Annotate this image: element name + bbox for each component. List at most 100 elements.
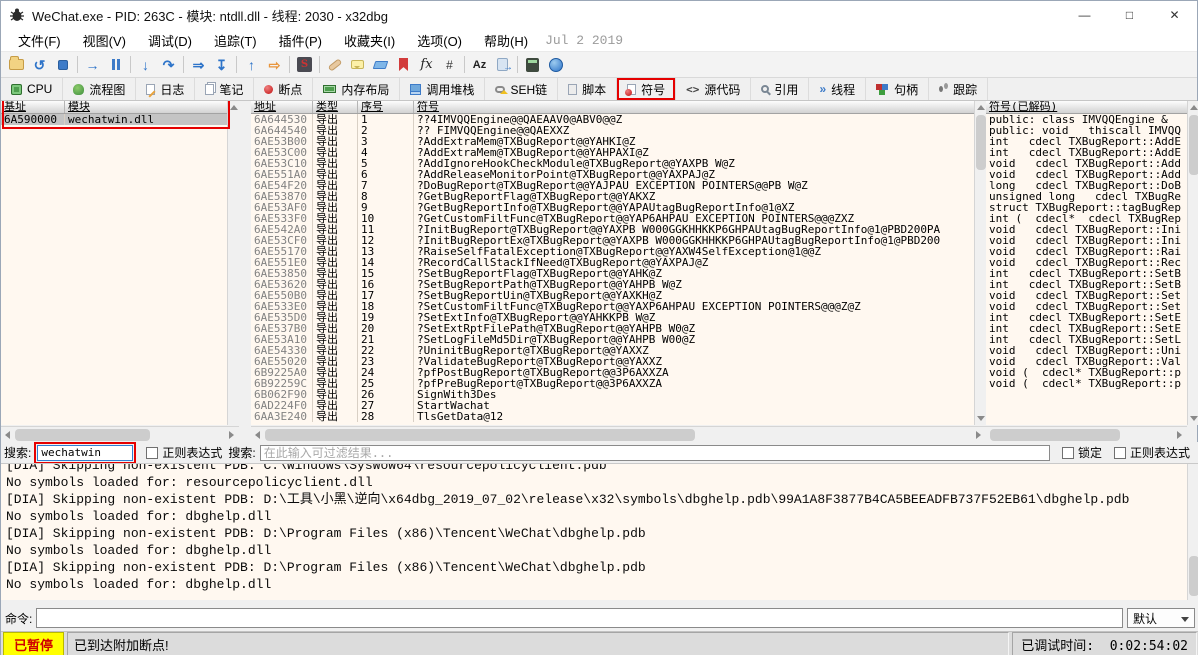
symbol-ordinal[interactable]: 3 [358, 136, 414, 147]
decoded-symbol-text[interactable]: void __cdecl TXBugReport::Rec [986, 257, 1198, 268]
symbol-type[interactable]: 导出 [313, 378, 358, 389]
title-bar[interactable]: WeChat.exe - PID: 263C - 模块: ntdll.dll -… [1, 1, 1197, 29]
symbol-row[interactable]: 6AE53CF0 导出 12 ?InitBugReportEx@TXBugRep… [251, 235, 986, 246]
symbol-address[interactable]: 6AE542A0 [251, 224, 313, 235]
run-button[interactable]: → [81, 54, 104, 76]
symbol-type[interactable]: 导出 [313, 367, 358, 378]
symbol-ordinal[interactable]: 13 [358, 246, 414, 257]
calculator-button[interactable] [521, 54, 544, 76]
decoded-symbol-text[interactable]: int __cdecl TXBugReport::AddE [986, 147, 1198, 158]
symbol-ordinal[interactable]: 15 [358, 268, 414, 279]
symbol-row[interactable]: 6B92259C 导出 25 ?pfPreBugReport@TXBugRepo… [251, 378, 986, 389]
decoded-symbol-row[interactable]: int __cdecl TXBugReport::SetE [986, 323, 1198, 334]
run-to-user-code-button[interactable]: ⇨ [263, 54, 286, 76]
scrollbar-thumb[interactable] [1189, 556, 1198, 596]
symbol-decorated-name[interactable]: ?AddExtraMem@TXBugReport@@YAHPAXI@Z [414, 147, 986, 158]
module-search-input[interactable] [37, 445, 133, 461]
tab-memory-map[interactable]: 内存布局 [313, 78, 400, 100]
symbol-ordinal[interactable]: 1 [358, 114, 414, 125]
comments-button[interactable] [346, 54, 369, 76]
symbol-type[interactable]: 导出 [313, 389, 358, 400]
switch-window-button[interactable] [491, 54, 514, 76]
symbol-decorated-name[interactable]: ?DoBugReport@TXBugReport@@YAJPAU_EXCEPTI… [414, 180, 986, 191]
symbol-decorated-name[interactable]: ?ValidateBugReport@TXBugReport@@YAXXZ [414, 356, 986, 367]
lock-checkbox[interactable] [1062, 447, 1074, 459]
symbol-type[interactable]: 导出 [313, 202, 358, 213]
symbol-decorated-name[interactable]: ?AddReleaseMonitorPoint@TXBugReport@@YAX… [414, 169, 986, 180]
column-header-ordinal[interactable]: 序号 [358, 101, 414, 113]
symbol-type[interactable]: 导出 [313, 257, 358, 268]
symbol-decorated-name[interactable]: ?SetLogFileMd5Dir@TXBugReport@@YAHPB_W00… [414, 334, 986, 345]
execute-till-return-button[interactable]: ↧ [210, 54, 233, 76]
symbol-type[interactable]: 导出 [313, 301, 358, 312]
symbol-ordinal[interactable]: 14 [358, 257, 414, 268]
scroll-left-arrow[interactable] [5, 431, 10, 439]
symbol-row[interactable]: 6AE55020 导出 23 ?ValidateBugReport@TXBugR… [251, 356, 986, 367]
symbol-ordinal[interactable]: 20 [358, 323, 414, 334]
symbol-row[interactable]: 6AE533E0 导出 18 ?SetCustomFiltFunc@TXBugR… [251, 301, 986, 312]
symbol-decorated-name[interactable]: ?UninitBugReport@TXBugReport@@YAXXZ [414, 345, 986, 356]
decoded-symbol-text[interactable]: void __cdecl TXBugReport::Uni [986, 345, 1198, 356]
menu-favourites[interactable]: 收藏夹(I) [333, 29, 406, 52]
symbol-type[interactable]: 导出 [313, 224, 358, 235]
symbol-address[interactable]: 6AE550B0 [251, 290, 313, 301]
scrollbar-thumb[interactable] [1189, 115, 1198, 175]
column-header-address[interactable]: 地址 [251, 101, 313, 113]
decoded-symbol-row[interactable]: void __cdecl TXBugReport::Add [986, 158, 1198, 169]
decoded-symbol-row[interactable]: void __cdecl TXBugReport::Rai [986, 246, 1198, 257]
decoded-symbol-row[interactable]: int __cdecl TXBugReport::SetB [986, 268, 1198, 279]
decoded-symbol-text[interactable]: struct TXBugReport::tagBugRep [986, 202, 1198, 213]
restart-button[interactable]: ↺ [28, 54, 51, 76]
symbol-ordinal[interactable]: 23 [358, 356, 414, 367]
symbol-decorated-name[interactable]: ?AddExtraMem@TXBugReport@@YAHKI@Z [414, 136, 986, 147]
symbol-type[interactable]: 导出 [313, 279, 358, 290]
settings-button[interactable]: S [293, 54, 316, 76]
symbol-address[interactable]: 6AE551A0 [251, 169, 313, 180]
scrollbar-thumb[interactable] [976, 115, 986, 170]
symbol-address[interactable]: 6B062F90 [251, 389, 313, 400]
module-base-address[interactable]: 6A590000 [1, 114, 65, 125]
symbol-address[interactable]: 6AE53850 [251, 268, 313, 279]
decoded-symbol-row[interactable]: int __cdecl TXBugReport::SetL [986, 334, 1198, 345]
scroll-right-arrow[interactable] [229, 431, 234, 439]
maximize-button[interactable]: □ [1107, 1, 1152, 29]
tab-log[interactable]: 日志 [136, 78, 195, 100]
decoded-symbol-text[interactable]: public: void __thiscall IMVQQ [986, 125, 1198, 136]
menu-help[interactable]: 帮助(H) [473, 29, 539, 52]
symbol-address[interactable]: 6A644540 [251, 125, 313, 136]
symbol-row[interactable]: 6AE53620 导出 16 ?SetBugReportPath@TXBugRe… [251, 279, 986, 290]
symbol-ordinal[interactable]: 17 [358, 290, 414, 301]
decoded-symbol-text[interactable]: void __cdecl TXBugReport::Set [986, 290, 1198, 301]
decoded-symbol-text[interactable]: int (__cdecl*__cdecl TXBugRep [986, 213, 1198, 224]
decoded-symbol-row[interactable]: void (__cdecl* TXBugReport::p [986, 378, 1198, 389]
decoded-symbol-row[interactable]: int __cdecl TXBugReport::SetB [986, 279, 1198, 290]
close-button[interactable]: ✕ [1152, 1, 1197, 29]
symbol-row[interactable]: 6AE551E0 导出 14 ?RecordCallStackIfNeed@TX… [251, 257, 986, 268]
symbol-address[interactable]: 6AA3E240 [251, 411, 313, 422]
symbol-ordinal[interactable]: 26 [358, 389, 414, 400]
symbol-decorated-name[interactable]: ?GetCustomFiltFunc@TXBugReport@@YAP6AHPA… [414, 213, 986, 224]
symbol-type[interactable]: 导出 [313, 400, 358, 411]
symbol-decorated-name[interactable]: ?GetBugReportInfo@TXBugReport@@YAPAUtagB… [414, 202, 986, 213]
decoded-symbol-row[interactable]: unsigned long __cdecl TXBugRe [986, 191, 1198, 202]
symbol-address[interactable]: 6AE535D0 [251, 312, 313, 323]
tab-references[interactable]: 引用 [751, 78, 809, 100]
symbol-row[interactable]: 6B062F90 导出 26 SignWith3Des [251, 389, 986, 400]
step-over-button[interactable]: ↷ [157, 54, 180, 76]
pause-button[interactable] [104, 54, 127, 76]
symbol-row[interactable]: 6AE537B0 导出 20 ?SetExtRptFilePath@TXBugR… [251, 323, 986, 334]
decoded-symbol-text[interactable]: int __cdecl TXBugReport::SetB [986, 268, 1198, 279]
symbol-row[interactable]: 6AE542A0 导出 11 ?InitBugReport@TXBugRepor… [251, 224, 986, 235]
column-header-type[interactable]: 类型 [313, 101, 358, 113]
symbol-row[interactable]: 6AA3E240 导出 28 TlsGetData@12 [251, 411, 986, 422]
tab-seh[interactable]: SEH链 [485, 78, 558, 100]
column-header-decoded[interactable]: 符号(已解码) [986, 101, 1198, 113]
decoded-symbol-row[interactable]: void (__cdecl* TXBugReport::p [986, 367, 1198, 378]
symbol-row[interactable]: 6AE535D0 导出 19 ?SetExtInfo@TXBugReport@@… [251, 312, 986, 323]
tab-threads[interactable]: »线程 [809, 78, 866, 100]
symbol-type[interactable]: 导出 [313, 169, 358, 180]
symbol-type[interactable]: 导出 [313, 191, 358, 202]
symbol-address[interactable]: 6AE53620 [251, 279, 313, 290]
symbol-type[interactable]: 导出 [313, 125, 358, 136]
labels-button[interactable] [369, 54, 392, 76]
